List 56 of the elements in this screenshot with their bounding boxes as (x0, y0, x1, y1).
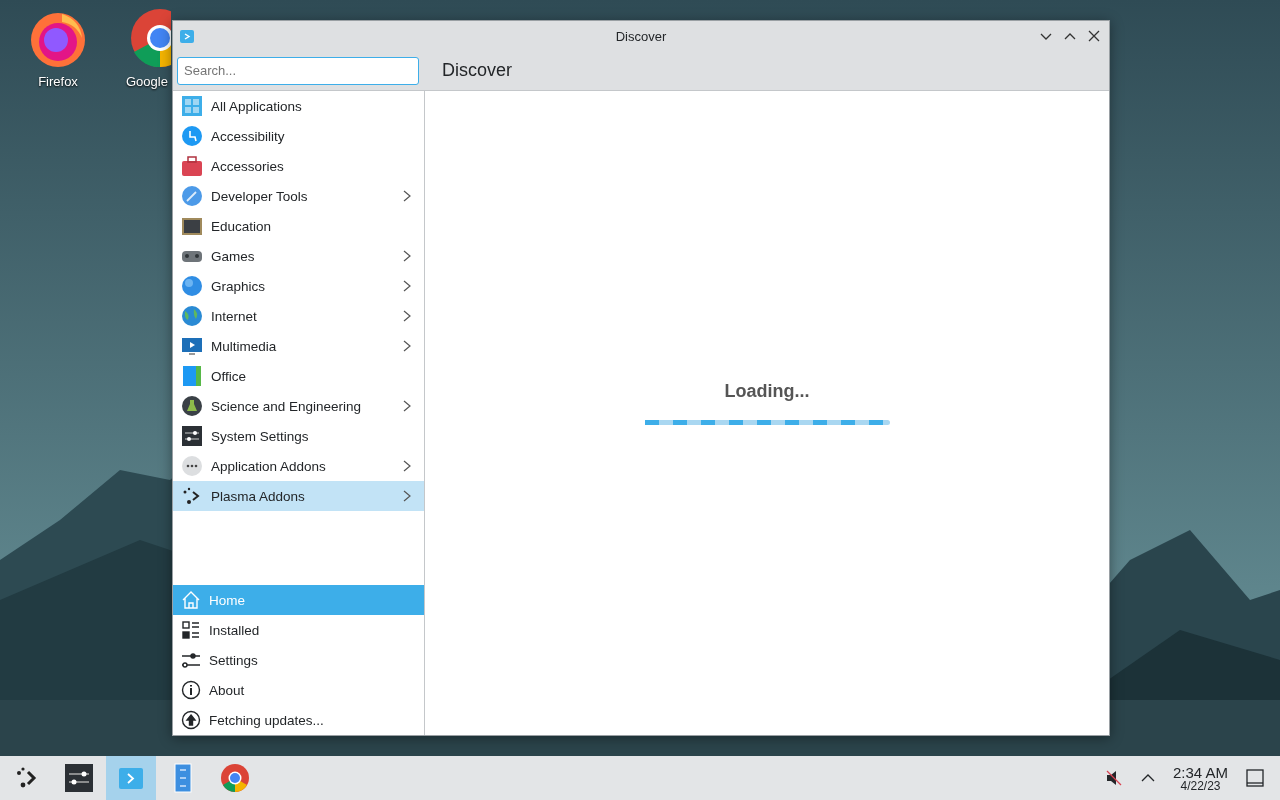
category-item[interactable]: Accessibility (173, 121, 424, 151)
category-item[interactable]: Internet (173, 301, 424, 331)
discover-icon (179, 28, 195, 44)
sliders-icon (181, 425, 203, 447)
category-item[interactable]: Games (173, 241, 424, 271)
globe-icon (181, 305, 203, 327)
flask-icon (181, 395, 203, 417)
desktop-icon-label[interactable]: Firefox (38, 74, 78, 89)
category-item[interactable]: Application Addons (173, 451, 424, 481)
chevron-icon (402, 280, 412, 292)
search-field[interactable]: Search... (177, 56, 419, 85)
category-item[interactable]: Education (173, 211, 424, 241)
board-icon (181, 215, 203, 237)
grid-icon (181, 95, 203, 117)
category-item[interactable]: Plasma Addons (173, 481, 424, 511)
category-item[interactable]: Office (173, 361, 424, 391)
show-desktop-icon[interactable] (1246, 769, 1264, 787)
home-icon (181, 590, 201, 610)
category-item[interactable]: Developer Tools (173, 181, 424, 211)
chevron-icon (402, 310, 412, 322)
caret-icon[interactable] (1140, 773, 1155, 783)
more-icon (181, 455, 203, 477)
chevron-icon (402, 250, 412, 262)
nav-item[interactable]: Fetching updates... (173, 705, 424, 735)
nav-item[interactable]: Settings (173, 645, 424, 675)
sliders-icon[interactable] (64, 763, 94, 793)
sphere-icon (181, 275, 203, 297)
document-icon (181, 365, 203, 387)
nav-item[interactable]: About (173, 675, 424, 705)
category-item[interactable]: Multimedia (173, 331, 424, 361)
chevron-icon (402, 490, 412, 502)
nav-item[interactable]: Installed (173, 615, 424, 645)
desktop-icon-label[interactable]: Google (126, 74, 168, 89)
chevron-icon (402, 190, 412, 202)
sliders-icon (181, 650, 201, 670)
loading-text: Loading... (724, 381, 810, 402)
category-item[interactable]: Graphics (173, 271, 424, 301)
category-item[interactable]: System Settings (173, 421, 424, 451)
muted-speaker-icon[interactable] (1104, 769, 1123, 787)
category-item[interactable]: All Applications (173, 91, 424, 121)
window-title: Discover (615, 28, 667, 44)
chevron-icon (402, 400, 412, 412)
chevron-icon (402, 460, 412, 472)
page-title: Discover (442, 60, 512, 81)
chrome-icon[interactable] (220, 763, 250, 793)
category-item[interactable]: Science and Engineering (173, 391, 424, 421)
chevron-icon (402, 340, 412, 352)
monitor-icon (181, 335, 203, 357)
toolbox-icon (181, 155, 203, 177)
close-icon[interactable] (1087, 29, 1101, 43)
clock-time[interactable]: 2:34 AM (1172, 764, 1228, 780)
category-item[interactable]: Accessories (173, 151, 424, 181)
clock-date[interactable]: 4/22/23 (1180, 779, 1221, 792)
info-icon (181, 680, 201, 700)
upload-icon (181, 710, 201, 730)
list-icon (181, 620, 201, 640)
